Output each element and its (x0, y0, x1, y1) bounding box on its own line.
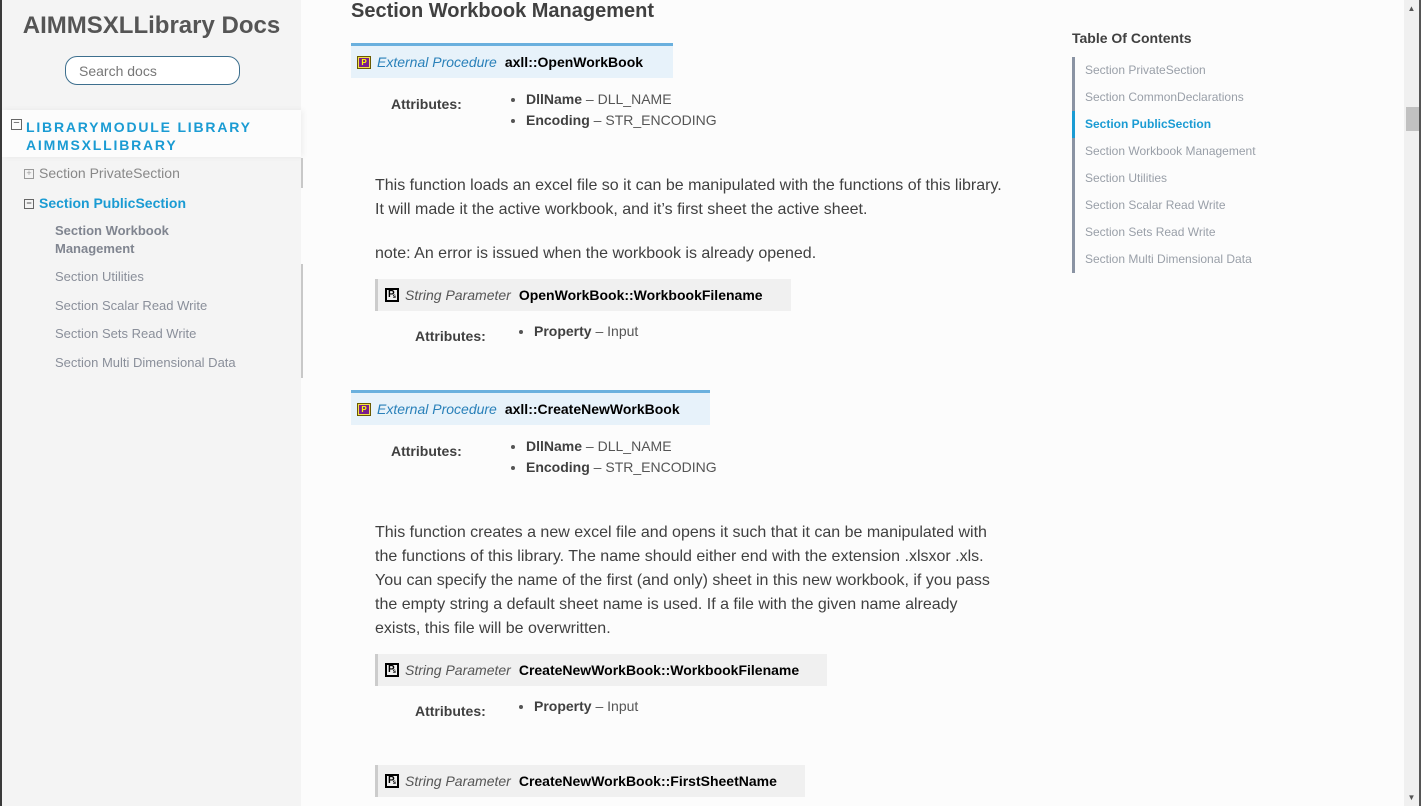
sidebar-item-label: Section PublicSection (39, 195, 187, 211)
site-title[interactable]: AIMMSXLLibrary Docs (2, 12, 301, 40)
scrollbar-thumb[interactable] (1406, 107, 1419, 131)
procedure-name: axll::OpenWorkBook (504, 54, 644, 70)
attributes-list: Property – Input (517, 321, 638, 342)
sidebar-subitem-utilities[interactable]: Section Utilities (55, 268, 255, 286)
toc-item-sets-read-write[interactable]: Section Sets Read Write (1075, 219, 1256, 246)
procedure-kind: External Procedure (377, 54, 497, 70)
scroll-down-arrow-icon[interactable]: ▼ (1404, 789, 1419, 806)
attribute-item: Property – Input (534, 696, 638, 717)
collapse-icon[interactable]: − (24, 199, 34, 209)
sidebar: AIMMSXLLibrary Docs − LIBRARYMODULE LIBR… (0, 0, 303, 806)
string-parameter-icon: Ps (385, 288, 399, 302)
string-parameter-icon: Ps (385, 663, 399, 677)
attribute-item: DllName – DLL_NAME (526, 89, 717, 110)
toc-title: Table Of Contents (1072, 30, 1192, 46)
attributes-list: DllName – DLL_NAME Encoding – STR_ENCODI… (509, 89, 717, 131)
attributes-list: DllName – DLL_NAME Encoding – STR_ENCODI… (509, 436, 717, 478)
sidebar-item-label: Section PrivateSection (39, 165, 180, 181)
attributes-label: Attributes: (391, 96, 462, 112)
sidebar-item-library-root[interactable]: − LIBRARYMODULE LIBRARY AIMMSXLLIBRARY (2, 110, 301, 157)
page-scrollbar[interactable]: ▲ ▼ (1404, 0, 1421, 806)
description-paragraph: This function loads an excel file so it … (375, 177, 1002, 218)
attribute-item: Encoding – STR_ENCODING (526, 110, 717, 131)
parameter-name: OpenWorkBook::WorkbookFilename (518, 287, 763, 303)
description-paragraph: This function creates a new excel file a… (375, 524, 990, 637)
parameter-header: Ps String Parameter CreateNewWorkBook::F… (375, 765, 805, 797)
toc-item-scalar-read-write[interactable]: Section Scalar Read Write (1075, 192, 1256, 219)
attribute-item: DllName – DLL_NAME (526, 436, 717, 457)
attributes-label: Attributes: (415, 328, 486, 344)
toc-item-multi-dimensional-data[interactable]: Section Multi Dimensional Data (1075, 246, 1256, 273)
sidebar-subitem-workbook-management[interactable]: Section Workbook Management (55, 222, 195, 258)
procedure-header: External Procedure axll::OpenWorkBook (351, 43, 674, 78)
sidebar-item-label: LIBRARYMODULE LIBRARY AIMMSXLLIBRARY (26, 119, 252, 153)
sidebar-subitem-scalar-read-write[interactable]: Section Scalar Read Write (55, 297, 255, 315)
toc-item-public-section[interactable]: Section PublicSection (1072, 111, 1256, 138)
parameter-kind: String Parameter (405, 773, 511, 789)
parameter-kind: String Parameter (405, 662, 511, 678)
external-procedure-icon (357, 402, 371, 416)
search-input[interactable] (65, 56, 240, 85)
toc-item-common-declarations[interactable]: Section CommonDeclarations (1075, 84, 1256, 111)
sidebar-subitem-sets-read-write[interactable]: Section Sets Read Write (55, 325, 255, 343)
attributes-label: Attributes: (415, 703, 486, 719)
table-of-contents: Table Of Contents Section PrivateSection… (1072, 30, 1392, 273)
note-paragraph: note: An error is issued when the workbo… (375, 245, 817, 262)
external-procedure-icon (357, 55, 371, 69)
scroll-up-arrow-icon[interactable]: ▲ (1404, 0, 1419, 17)
parameter-header: Ps String Parameter CreateNewWorkBook::W… (375, 654, 828, 686)
toc-item-workbook-management[interactable]: Section Workbook Management (1075, 138, 1256, 165)
attributes-list: Property – Input (517, 696, 638, 717)
procedure-header: External Procedure axll::CreateNewWorkBo… (351, 390, 710, 425)
procedure-name: axll::CreateNewWorkBook (504, 401, 680, 417)
expand-icon[interactable]: + (24, 169, 34, 179)
parameter-kind: String Parameter (405, 287, 511, 303)
procedure-kind: External Procedure (377, 401, 497, 417)
toc-item-utilities[interactable]: Section Utilities (1075, 165, 1256, 192)
sidebar-item-public-section[interactable]: − Section PublicSection (24, 195, 186, 211)
collapse-icon[interactable]: − (11, 118, 22, 130)
attribute-item: Property – Input (534, 321, 638, 342)
toc-list: Section PrivateSection Section CommonDec… (1072, 57, 1256, 273)
sidebar-item-private-section[interactable]: + Section PrivateSection (24, 165, 180, 181)
toc-item-private-section[interactable]: Section PrivateSection (1075, 57, 1256, 84)
parameter-name: CreateNewWorkBook::WorkbookFilename (518, 662, 800, 678)
attribute-item: Encoding – STR_ENCODING (526, 457, 717, 478)
attributes-label: Attributes: (391, 443, 462, 459)
parameter-header: Ps String Parameter OpenWorkBook::Workbo… (375, 279, 791, 311)
sidebar-subitem-multi-dimensional-data[interactable]: Section Multi Dimensional Data (55, 354, 255, 372)
string-parameter-icon: Ps (385, 774, 399, 788)
section-title: Section Workbook Management (351, 0, 655, 22)
parameter-name: CreateNewWorkBook::FirstSheetName (518, 773, 777, 789)
